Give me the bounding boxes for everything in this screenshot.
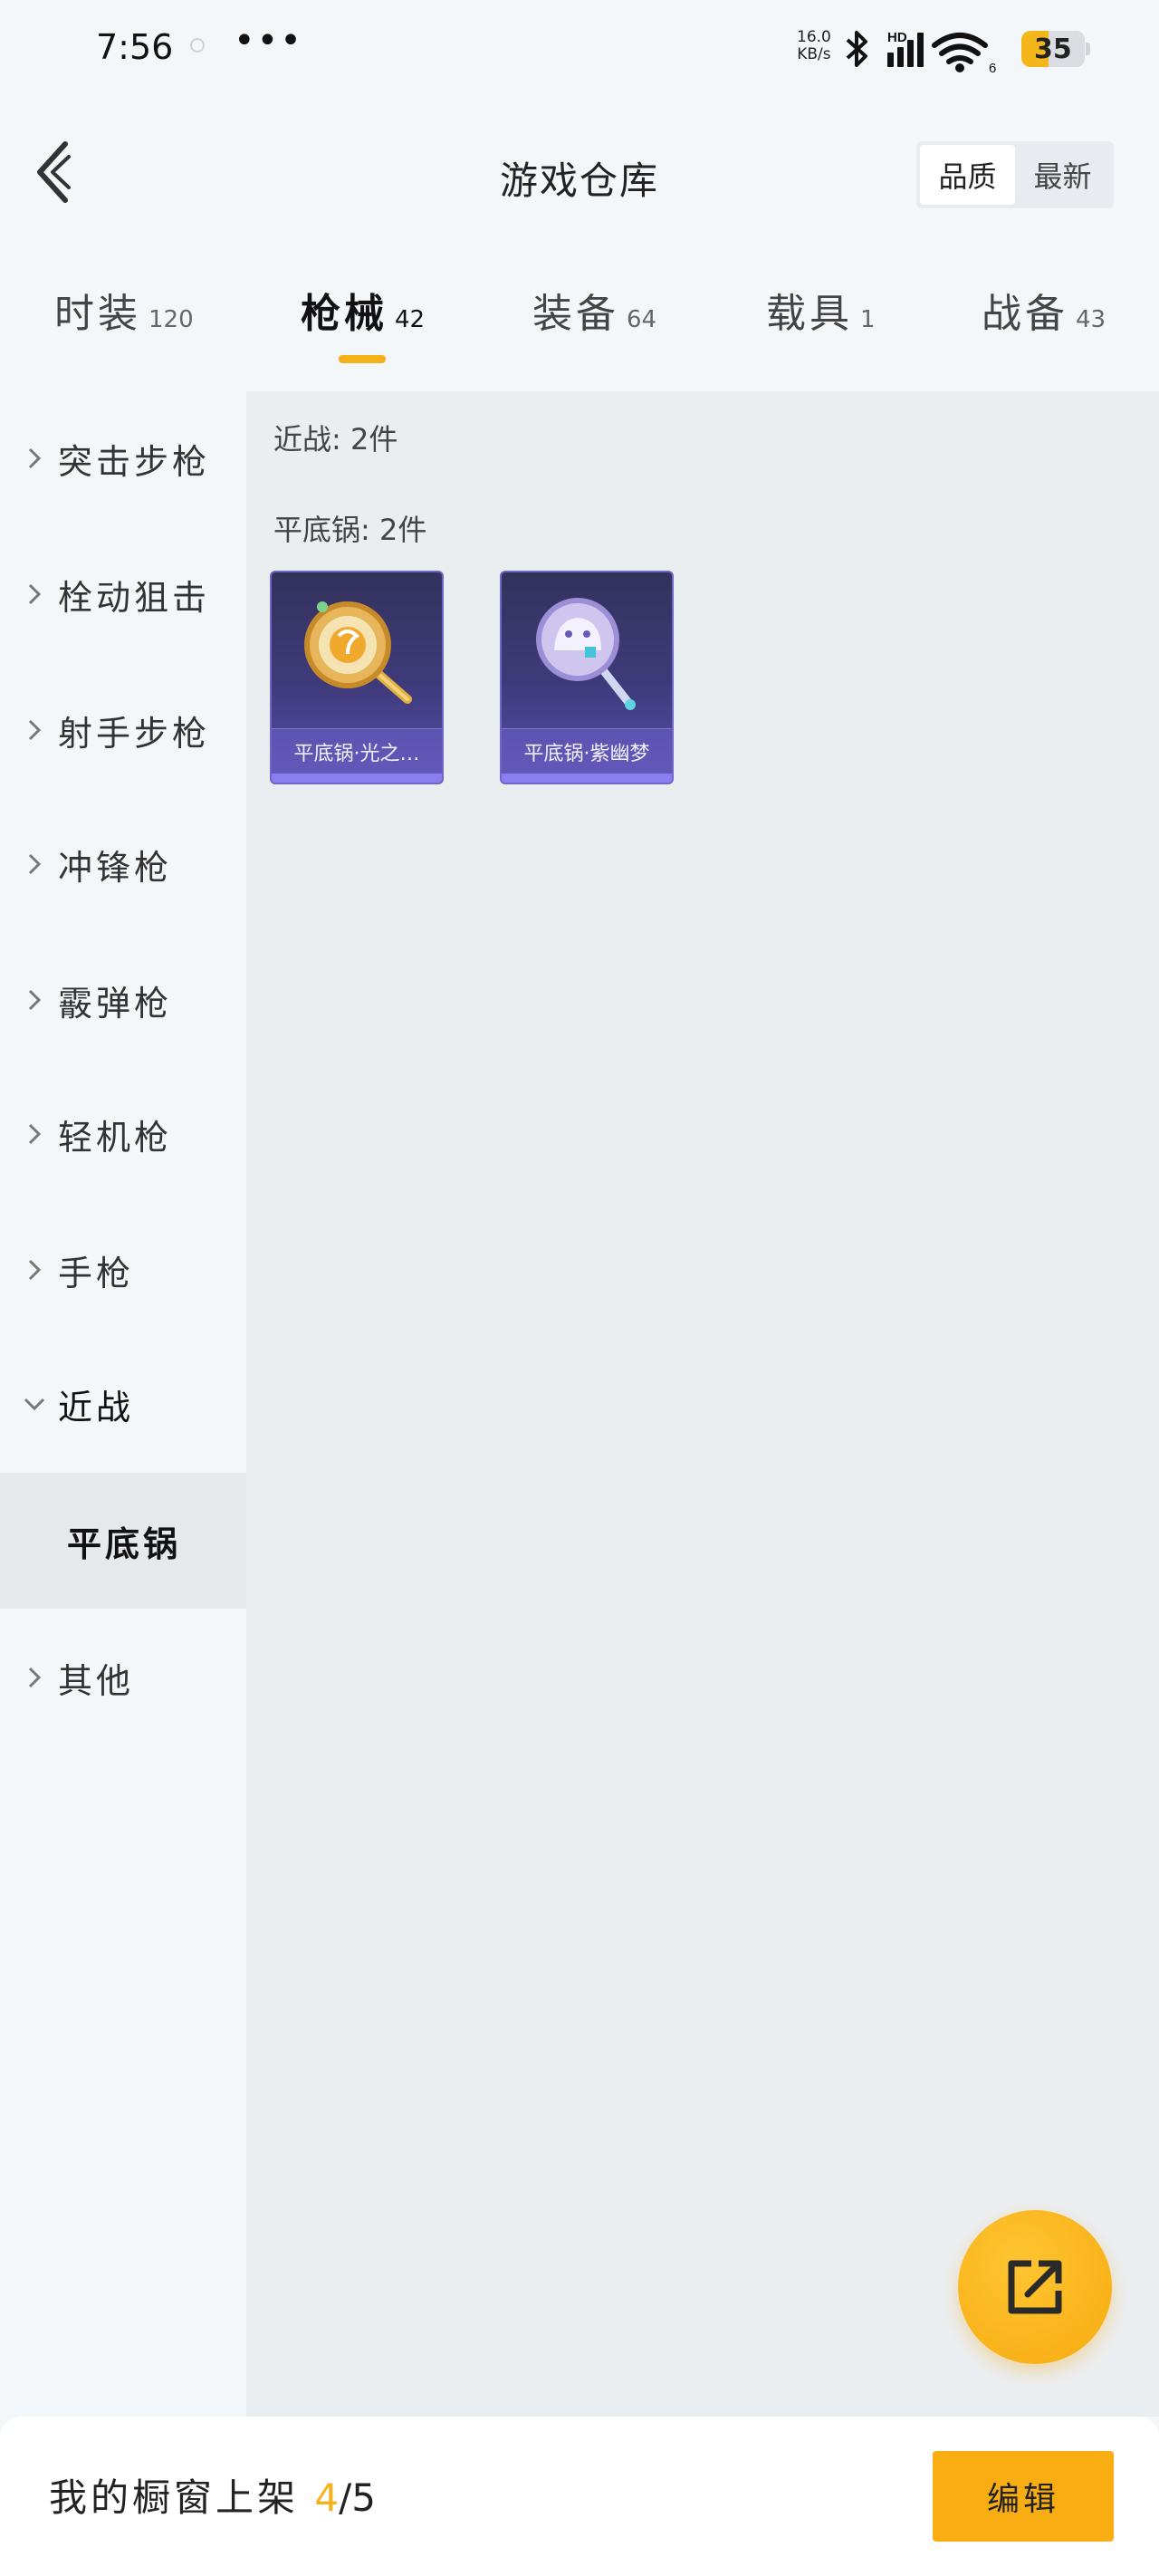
chevron-right-icon (16, 582, 53, 607)
tab-count: 120 (148, 306, 194, 333)
sort-newest-option[interactable]: 最新 (1015, 145, 1110, 205)
chevron-right-icon (16, 987, 53, 1013)
bluetooth-icon (846, 31, 867, 67)
battery-level: 35 (1034, 34, 1072, 65)
sort-toggle[interactable]: 品质 最新 (916, 141, 1114, 208)
showcase-label: 我的橱窗上架 (49, 2475, 300, 2520)
golden-frying-pan-icon (304, 601, 412, 704)
tab-label: 载具 (766, 291, 853, 337)
item-grid-panel: 近战: 2件 平底锅: 2件 平底锅·光之… 平底锅·紫幽梦 (246, 391, 1159, 2417)
sidebar-item-other[interactable]: 其他 (0, 1610, 246, 1745)
more-notifications-icon: ••• (234, 20, 303, 62)
wifi-dot (955, 63, 964, 72)
sidebar-subitem-label: 平底锅 (67, 1523, 182, 1564)
showcase-status: 我的橱窗上架 4/5 (49, 2467, 376, 2523)
wifi-number: 6 (989, 61, 996, 76)
active-tab-indicator (339, 355, 386, 363)
sidebar-item-label: 轻机枪 (58, 1117, 173, 1158)
tab-label: 战备 (982, 291, 1068, 337)
tab-count: 1 (860, 306, 876, 333)
sidebar-item-label: 栓动狙击 (58, 577, 211, 618)
share-button[interactable] (958, 2210, 1112, 2364)
sidebar-subitem-frying-pan[interactable]: 平底锅 (0, 1473, 246, 1609)
tab-label: 时装 (54, 291, 141, 337)
tab-label: 枪械 (301, 291, 388, 337)
sidebar-item-shotgun[interactable]: 霰弹枪 (0, 933, 246, 1067)
sort-quality-option[interactable]: 品质 (920, 145, 1015, 205)
showcase-total-count: /5 (339, 2475, 376, 2520)
hd-label: HD (887, 30, 907, 45)
sidebar-item-melee[interactable]: 近战 (0, 1337, 246, 1471)
status-bar: 7:56 ••• 16.0 KB/s HD 6 35 (0, 0, 1159, 100)
network-speed-value: 16.0 (797, 28, 831, 46)
sidebar-item-label: 射手步枪 (58, 713, 211, 754)
sidebar-item-label: 霰弹枪 (58, 983, 173, 1024)
sidebar-item-lmg[interactable]: 轻机枪 (0, 1067, 246, 1201)
category-tabs: 时装 120 枪械 42 装备 64 载具 1 战备 43 (0, 272, 1159, 371)
loading-icon (190, 38, 205, 53)
sidebar-item-smg[interactable]: 冲锋枪 (0, 797, 246, 931)
purple-frying-pan-icon (536, 598, 636, 710)
chevron-right-icon (16, 717, 53, 743)
tab-combat-gear[interactable]: 战备 43 (982, 281, 1106, 339)
bottom-bar: 我的橱窗上架 4/5 编辑 (0, 2417, 1159, 2576)
showcase-current-count: 4 (314, 2475, 340, 2520)
sidebar-item-assault-rifle[interactable]: 突击步枪 (0, 391, 246, 525)
battery-icon: 35 (1021, 31, 1085, 67)
chevron-right-icon (16, 1665, 53, 1690)
edit-button[interactable]: 编辑 (933, 2451, 1114, 2542)
sidebar-item-marksman-rifle[interactable]: 射手步枪 (0, 663, 246, 797)
tab-count: 43 (1076, 306, 1106, 333)
chevron-down-icon (16, 1397, 53, 1411)
tab-count: 42 (395, 306, 426, 333)
sidebar-item-label: 冲锋枪 (58, 847, 173, 888)
tab-equipment[interactable]: 装备 64 (532, 281, 656, 339)
item-card[interactable]: 平底锅·紫幽梦 (500, 571, 674, 784)
chevron-right-icon (16, 1257, 53, 1283)
status-time: 7:56 (96, 27, 174, 67)
network-speed: 16.0 KB/s (797, 29, 831, 63)
status-icons: HD 6 (846, 30, 996, 76)
group-count-label: 平底锅: 2件 (273, 513, 427, 547)
wifi-icon (932, 33, 988, 64)
tab-guns[interactable]: 枪械 42 (301, 281, 425, 339)
tab-vehicles[interactable]: 载具 1 (766, 281, 876, 339)
item-name: 平底锅·光之… (272, 728, 442, 774)
network-speed-unit: KB/s (797, 45, 831, 63)
chevron-right-icon (16, 446, 53, 471)
sidebar-item-label: 近战 (58, 1387, 135, 1427)
sidebar-item-bolt-sniper[interactable]: 栓动狙击 (0, 527, 246, 661)
tab-count: 64 (627, 306, 657, 333)
sidebar: 突击步枪 栓动狙击 射手步枪 冲锋枪 霰弹枪 轻机枪 手枪 近战 平底锅 其他 (0, 391, 246, 2417)
header: 游戏仓库 品质 最新 (0, 118, 1159, 235)
sidebar-item-pistol[interactable]: 手枪 (0, 1203, 246, 1337)
sidebar-item-label: 其他 (58, 1660, 135, 1701)
category-count-label: 近战: 2件 (273, 422, 398, 457)
sidebar-item-label: 手枪 (58, 1253, 135, 1293)
sidebar-item-label: 突击步枪 (58, 441, 211, 482)
chevron-right-icon (16, 851, 53, 877)
tab-fashion[interactable]: 时装 120 (54, 281, 194, 339)
chevron-right-icon (16, 1121, 53, 1147)
tab-label: 装备 (532, 291, 619, 337)
item-card[interactable]: 平底锅·光之… (270, 571, 444, 784)
item-name: 平底锅·紫幽梦 (502, 728, 672, 774)
share-external-icon (1008, 2260, 1062, 2314)
